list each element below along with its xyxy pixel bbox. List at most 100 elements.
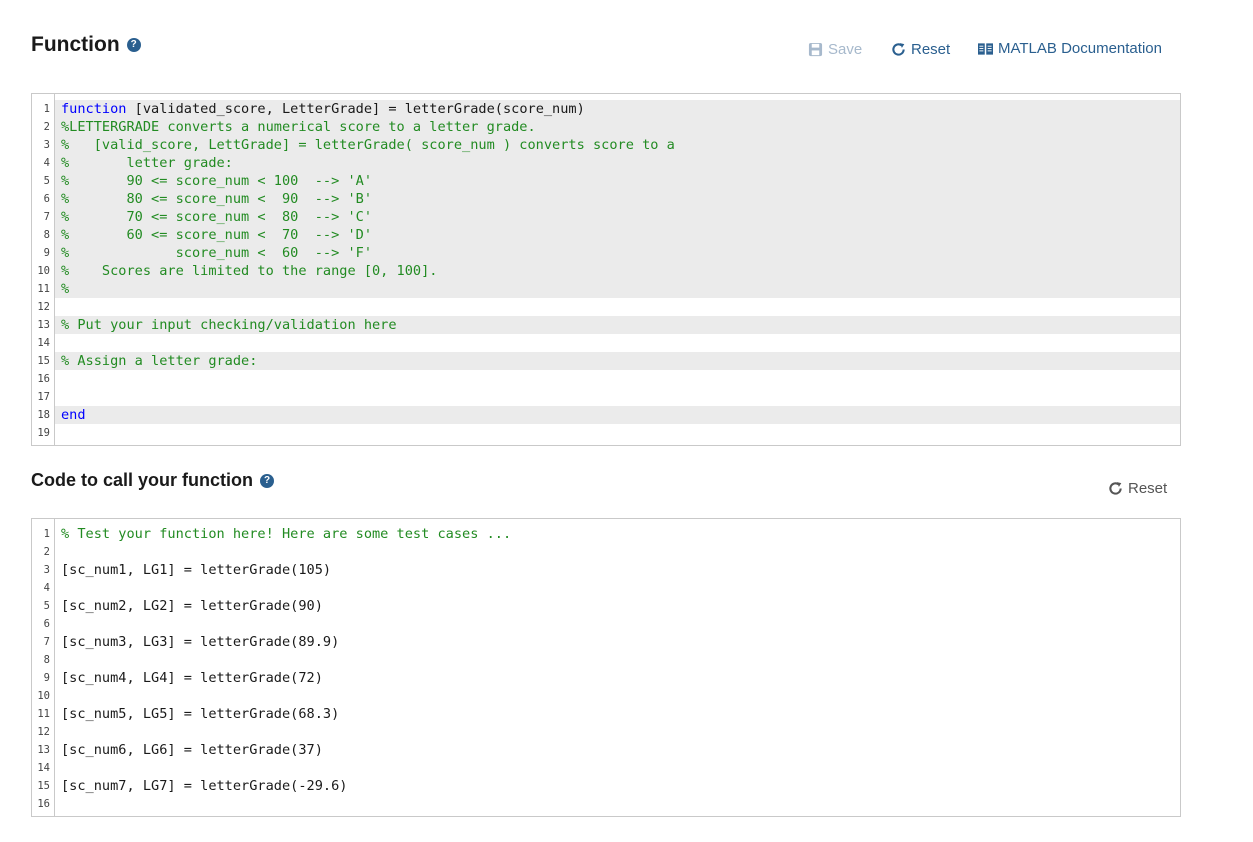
line-number: 13 <box>37 744 50 756</box>
code-text[interactable]: [sc_num3, LG3] = letterGrade(89.9) <box>55 633 1180 651</box>
code-line[interactable]: 2 <box>32 543 1180 561</box>
code-line[interactable]: 19 <box>32 424 1180 442</box>
code-text[interactable]: % Assign a letter grade: <box>55 352 1180 370</box>
code-text[interactable]: % Scores are limited to the range [0, 10… <box>55 262 1180 280</box>
question-circle-icon[interactable]: ? <box>260 473 275 488</box>
code-line[interactable]: 11 [sc_num5, LG5] = letterGrade(68.3) <box>32 705 1180 723</box>
code-line[interactable]: 6 % 80 <= score_num < 90 --> 'B' <box>32 190 1180 208</box>
code-text[interactable] <box>55 795 1180 813</box>
line-number: 16 <box>37 373 50 385</box>
code-text[interactable]: % 80 <= score_num < 90 --> 'B' <box>55 190 1180 208</box>
code-text[interactable] <box>55 723 1180 741</box>
reset-icon <box>892 43 905 56</box>
line-number: 9 <box>43 672 50 684</box>
code-text[interactable]: end <box>55 406 1180 424</box>
code-line[interactable]: 10 <box>32 687 1180 705</box>
code-line[interactable]: 7 [sc_num3, LG3] = letterGrade(89.9) <box>32 633 1180 651</box>
code-text[interactable]: %LETTERGRADE converts a numerical score … <box>55 118 1180 136</box>
line-number: 7 <box>43 211 50 223</box>
code-text[interactable]: % 90 <= score_num < 100 --> 'A' <box>55 172 1180 190</box>
code-text[interactable]: % score_num < 60 --> 'F' <box>55 244 1180 262</box>
code-text[interactable] <box>55 543 1180 561</box>
code-line[interactable]: 16 <box>32 795 1180 813</box>
save-icon <box>808 42 823 57</box>
code-line[interactable]: 1 function [validated_score, LetterGrade]… <box>32 100 1180 118</box>
code-text[interactable] <box>55 615 1180 633</box>
code-line[interactable]: 15 % Assign a letter grade: <box>32 352 1180 370</box>
code-line[interactable]: 3 [sc_num1, LG1] = letterGrade(105) <box>32 561 1180 579</box>
code-text[interactable]: % 60 <= score_num < 70 --> 'D' <box>55 226 1180 244</box>
line-number: 18 <box>37 409 50 421</box>
code-line[interactable]: 5 [sc_num2, LG2] = letterGrade(90) <box>32 597 1180 615</box>
comment-token: % 60 <= score_num < 70 --> 'D' <box>61 227 372 243</box>
code-line[interactable]: 12 <box>32 298 1180 316</box>
code-line[interactable]: 15 [sc_num7, LG7] = letterGrade(-29.6) <box>32 777 1180 795</box>
line-number: 4 <box>43 582 50 594</box>
code-line[interactable]: 14 <box>32 759 1180 777</box>
code-line[interactable]: 9 % score_num < 60 --> 'F' <box>32 244 1180 262</box>
code-line[interactable]: 1 % Test your function here! Here are som… <box>32 525 1180 543</box>
code-text[interactable]: % 70 <= score_num < 80 --> 'C' <box>55 208 1180 226</box>
line-number: 2 <box>43 546 50 558</box>
matlab-documentation-link[interactable]: MATLAB Documentation <box>978 40 1162 57</box>
code-text[interactable]: % Put your input checking/validation her… <box>55 316 1180 334</box>
line-number: 14 <box>37 337 50 349</box>
code-text[interactable]: [sc_num2, LG2] = letterGrade(90) <box>55 597 1180 615</box>
code-line[interactable]: 16 <box>32 370 1180 388</box>
code-text[interactable]: [sc_num5, LG5] = letterGrade(68.3) <box>55 705 1180 723</box>
keyword-token: end <box>61 407 86 423</box>
code-text[interactable] <box>55 388 1180 406</box>
code-line[interactable]: 14 <box>32 334 1180 352</box>
code-text[interactable]: [sc_num4, LG4] = letterGrade(72) <box>55 669 1180 687</box>
line-number: 6 <box>43 618 50 630</box>
code-text[interactable] <box>55 687 1180 705</box>
call-code-editor[interactable]: 1 % Test your function here! Here are som… <box>31 518 1181 817</box>
call-code-lines: 1 % Test your function here! Here are som… <box>32 525 1180 813</box>
code-line[interactable]: 8 <box>32 651 1180 669</box>
code-text[interactable]: function [validated_score, LetterGrade] … <box>55 100 1180 118</box>
code-text[interactable]: % letter grade: <box>55 154 1180 172</box>
code-line[interactable]: 12 <box>32 723 1180 741</box>
code-text[interactable] <box>55 370 1180 388</box>
reset-button[interactable]: Reset <box>891 41 950 58</box>
code-line[interactable]: 3 % [valid_score, LettGrade] = letterGrad… <box>32 136 1180 154</box>
code-line[interactable]: 2 %LETTERGRADE converts a numerical score… <box>32 118 1180 136</box>
code-text[interactable]: [sc_num7, LG7] = letterGrade(-29.6) <box>55 777 1180 795</box>
code-line[interactable]: 10 % Scores are limited to the range [0, … <box>32 262 1180 280</box>
code-text[interactable] <box>55 579 1180 597</box>
question-circle-icon[interactable]: ? <box>126 38 141 52</box>
call-title-text: Code to call your function <box>31 470 254 490</box>
code-text[interactable]: % [valid_score, LettGrade] = letterGrade… <box>55 136 1180 154</box>
code-line[interactable]: 4 <box>32 579 1180 597</box>
code-line[interactable]: 13 % Put your input checking/validation h… <box>32 316 1180 334</box>
code-text[interactable] <box>55 298 1180 316</box>
code-text[interactable]: [sc_num6, LG6] = letterGrade(37) <box>55 741 1180 759</box>
comment-token: % Put your input checking/validation her… <box>61 317 397 333</box>
code-text[interactable]: [sc_num1, LG1] = letterGrade(105) <box>55 561 1180 579</box>
code-text[interactable]: % <box>55 280 1180 298</box>
line-number: 6 <box>43 193 50 205</box>
code-line[interactable]: 17 <box>32 388 1180 406</box>
code-line[interactable]: 5 % 90 <= score_num < 100 --> 'A' <box>32 172 1180 190</box>
code-text[interactable] <box>55 424 1180 442</box>
line-number: 11 <box>37 283 50 295</box>
function-code-editor[interactable]: 1 function [validated_score, LetterGrade]… <box>31 93 1181 446</box>
code-text[interactable] <box>55 334 1180 352</box>
code-text[interactable] <box>55 759 1180 777</box>
code-line[interactable]: 8 % 60 <= score_num < 70 --> 'D' <box>32 226 1180 244</box>
code-text[interactable]: % Test your function here! Here are some… <box>55 525 1180 543</box>
code-token: [sc_num2, LG2] = letterGrade(90) <box>61 598 323 614</box>
save-button[interactable]: Save <box>808 41 862 58</box>
line-number: 13 <box>37 319 50 331</box>
call-reset-button[interactable]: Reset <box>1108 480 1167 497</box>
code-line[interactable]: 7 % 70 <= score_num < 80 --> 'C' <box>32 208 1180 226</box>
code-text[interactable] <box>55 651 1180 669</box>
line-number: 12 <box>37 726 50 738</box>
code-line[interactable]: 6 <box>32 615 1180 633</box>
code-line[interactable]: 4 % letter grade: <box>32 154 1180 172</box>
code-line[interactable]: 18 end <box>32 406 1180 424</box>
code-line[interactable]: 11% <box>32 280 1180 298</box>
code-line[interactable]: 13 [sc_num6, LG6] = letterGrade(37) <box>32 741 1180 759</box>
code-token: [sc_num3, LG3] = letterGrade(89.9) <box>61 634 340 650</box>
code-line[interactable]: 9 [sc_num4, LG4] = letterGrade(72) <box>32 669 1180 687</box>
